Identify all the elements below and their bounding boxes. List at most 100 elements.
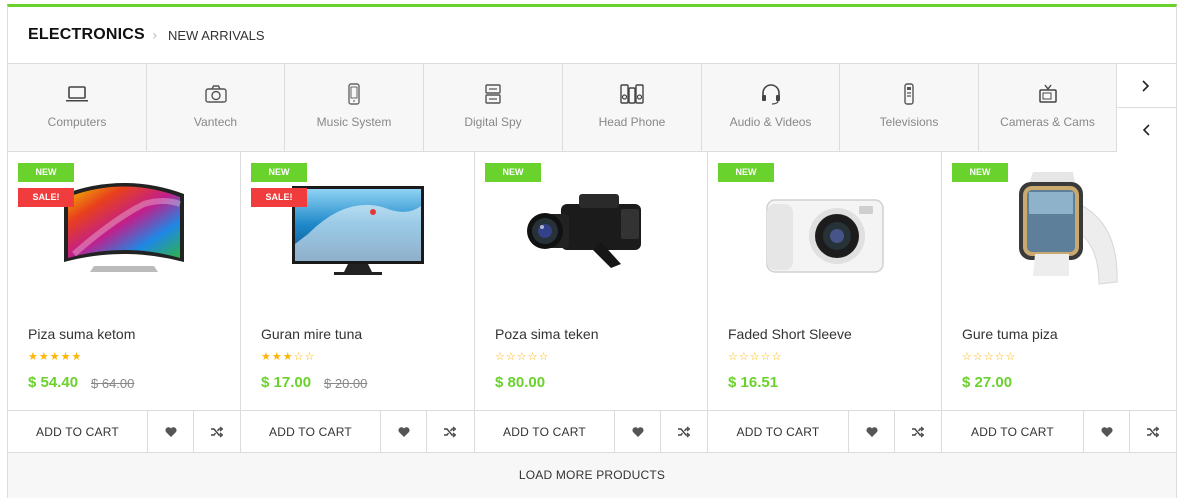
- star-rating: ★★★☆☆: [261, 350, 315, 363]
- wishlist-button[interactable]: [1084, 411, 1130, 453]
- product-price: $ 16.51: [728, 374, 779, 391]
- compare-button[interactable]: [895, 411, 941, 453]
- heart-icon: [398, 427, 410, 437]
- module-title[interactable]: ELECTRONICS: [28, 26, 145, 44]
- star-empty-icon: ☆: [972, 350, 984, 363]
- star-filled-icon: ★: [28, 350, 39, 363]
- category-label: Computers: [47, 115, 107, 129]
- star-empty-icon: ☆: [983, 350, 995, 363]
- star-empty-icon: ☆: [505, 350, 517, 363]
- headset-icon: [761, 84, 780, 105]
- category-label: Head Phone: [598, 115, 666, 129]
- add-to-cart-button[interactable]: ADD TO CART: [942, 411, 1084, 453]
- heart-icon: [632, 427, 644, 437]
- shuffle-icon: [678, 426, 690, 438]
- star-empty-icon: ☆: [994, 350, 1006, 363]
- heart-icon: [1101, 427, 1113, 437]
- laptop-icon: [66, 86, 88, 102]
- category-item-music-system[interactable]: Music System: [285, 64, 424, 152]
- wishlist-button[interactable]: [381, 411, 427, 453]
- electronics-module: ELECTRONICS › NEW ARRIVALS Computers Van…: [7, 4, 1177, 498]
- new-badge: NEW: [718, 163, 774, 182]
- compare-button[interactable]: [427, 411, 473, 453]
- category-strip: Computers Vantech Music System Digital S…: [8, 64, 1176, 152]
- compare-button[interactable]: [1130, 411, 1176, 453]
- star-empty-icon: ☆: [304, 350, 316, 363]
- flat-tv-image: [291, 186, 424, 275]
- category-item-audio-videos[interactable]: Audio & Videos: [702, 64, 840, 152]
- product-price: $ 80.00: [495, 374, 546, 391]
- star-filled-icon: ★: [282, 350, 294, 363]
- product-card: NEW Faded Short Sleeve ☆☆☆☆☆ $ 16.51 ADD…: [708, 152, 942, 453]
- product-actions: ADD TO CART: [241, 410, 474, 453]
- camcorder-image: [527, 194, 641, 268]
- wishlist-button[interactable]: [615, 411, 661, 453]
- category-item-digital-spy[interactable]: Digital Spy: [424, 64, 563, 152]
- star-empty-icon: ☆: [516, 350, 528, 363]
- product-name[interactable]: Guran mire tuna: [261, 326, 362, 342]
- product-actions: ADD TO CART: [942, 410, 1176, 453]
- load-more-button[interactable]: LOAD MORE PRODUCTS: [8, 452, 1176, 498]
- star-rating: ★★★★★: [28, 350, 82, 363]
- star-empty-icon: ☆: [749, 350, 761, 363]
- product-old-price: $ 20.00: [324, 376, 368, 391]
- product-name[interactable]: Gure tuma piza: [962, 326, 1058, 342]
- chevron-left-icon: [1142, 124, 1150, 136]
- category-next-button[interactable]: [1117, 64, 1176, 108]
- speakers-icon: [620, 84, 644, 104]
- category-label: Vantech: [193, 115, 238, 129]
- module-subtitle[interactable]: NEW ARRIVALS: [168, 28, 265, 43]
- heart-icon: [866, 427, 878, 437]
- product-actions: ADD TO CART: [708, 410, 941, 453]
- sale-badge: SALE!: [18, 188, 74, 207]
- new-badge: NEW: [251, 163, 307, 182]
- compare-button[interactable]: [661, 411, 707, 453]
- smartwatch-image: [1019, 172, 1118, 285]
- heart-icon: [165, 427, 177, 437]
- star-empty-icon: ☆: [760, 350, 772, 363]
- camera-icon: [204, 85, 227, 103]
- product-grid: NEW SALE! Piza suma ketom ★★★★★ $ 54.40 …: [8, 152, 1176, 453]
- product-card: NEW SALE! Guran mire tuna ★★★☆☆ $ 17.00 …: [241, 152, 475, 453]
- module-header: ELECTRONICS › NEW ARRIVALS: [8, 7, 1176, 64]
- add-to-cart-button[interactable]: ADD TO CART: [475, 411, 615, 453]
- category-item-head-phone[interactable]: Head Phone: [563, 64, 702, 152]
- star-empty-icon: ☆: [527, 350, 539, 363]
- breadcrumb-separator-icon: ›: [152, 28, 158, 44]
- phone-icon: [348, 83, 360, 105]
- digital-camera-image: [765, 199, 884, 273]
- new-badge: NEW: [485, 163, 541, 182]
- category-prev-button[interactable]: [1117, 108, 1176, 152]
- category-item-computers[interactable]: Computers: [8, 64, 147, 152]
- star-filled-icon: ★: [71, 350, 83, 363]
- product-name[interactable]: Poza sima teken: [495, 326, 599, 342]
- product-name[interactable]: Faded Short Sleeve: [728, 326, 852, 342]
- star-empty-icon: ☆: [293, 350, 305, 363]
- wishlist-button[interactable]: [148, 411, 194, 453]
- product-price: $ 27.00: [962, 374, 1013, 391]
- compare-button[interactable]: [194, 411, 240, 453]
- chevron-right-icon: [1142, 80, 1150, 92]
- shuffle-icon: [444, 426, 456, 438]
- star-empty-icon: ☆: [728, 350, 739, 363]
- star-rating: ☆☆☆☆☆: [962, 350, 1016, 363]
- product-name[interactable]: Piza suma ketom: [28, 326, 135, 342]
- product-price: $ 17.00: [261, 374, 312, 391]
- new-badge: NEW: [18, 163, 74, 182]
- star-empty-icon: ☆: [962, 350, 973, 363]
- star-empty-icon: ☆: [495, 350, 506, 363]
- shuffle-icon: [912, 426, 924, 438]
- category-item-televisions[interactable]: Televisions: [840, 64, 979, 152]
- product-card: NEW Poza sima teken ☆☆☆☆☆ $ 80.00 ADD TO…: [475, 152, 708, 453]
- star-filled-icon: ★: [261, 350, 272, 363]
- add-to-cart-button[interactable]: ADD TO CART: [8, 411, 148, 453]
- sale-badge: SALE!: [251, 188, 307, 207]
- category-item-vantech[interactable]: Vantech: [147, 64, 285, 152]
- add-to-cart-button[interactable]: ADD TO CART: [241, 411, 381, 453]
- category-item-cameras-cams[interactable]: Cameras & Cams: [979, 64, 1117, 152]
- category-label: Televisions: [879, 115, 939, 129]
- curved-tv-image: [64, 183, 184, 272]
- wishlist-button[interactable]: [849, 411, 895, 453]
- category-label: Digital Spy: [464, 115, 522, 129]
- add-to-cart-button[interactable]: ADD TO CART: [708, 411, 849, 453]
